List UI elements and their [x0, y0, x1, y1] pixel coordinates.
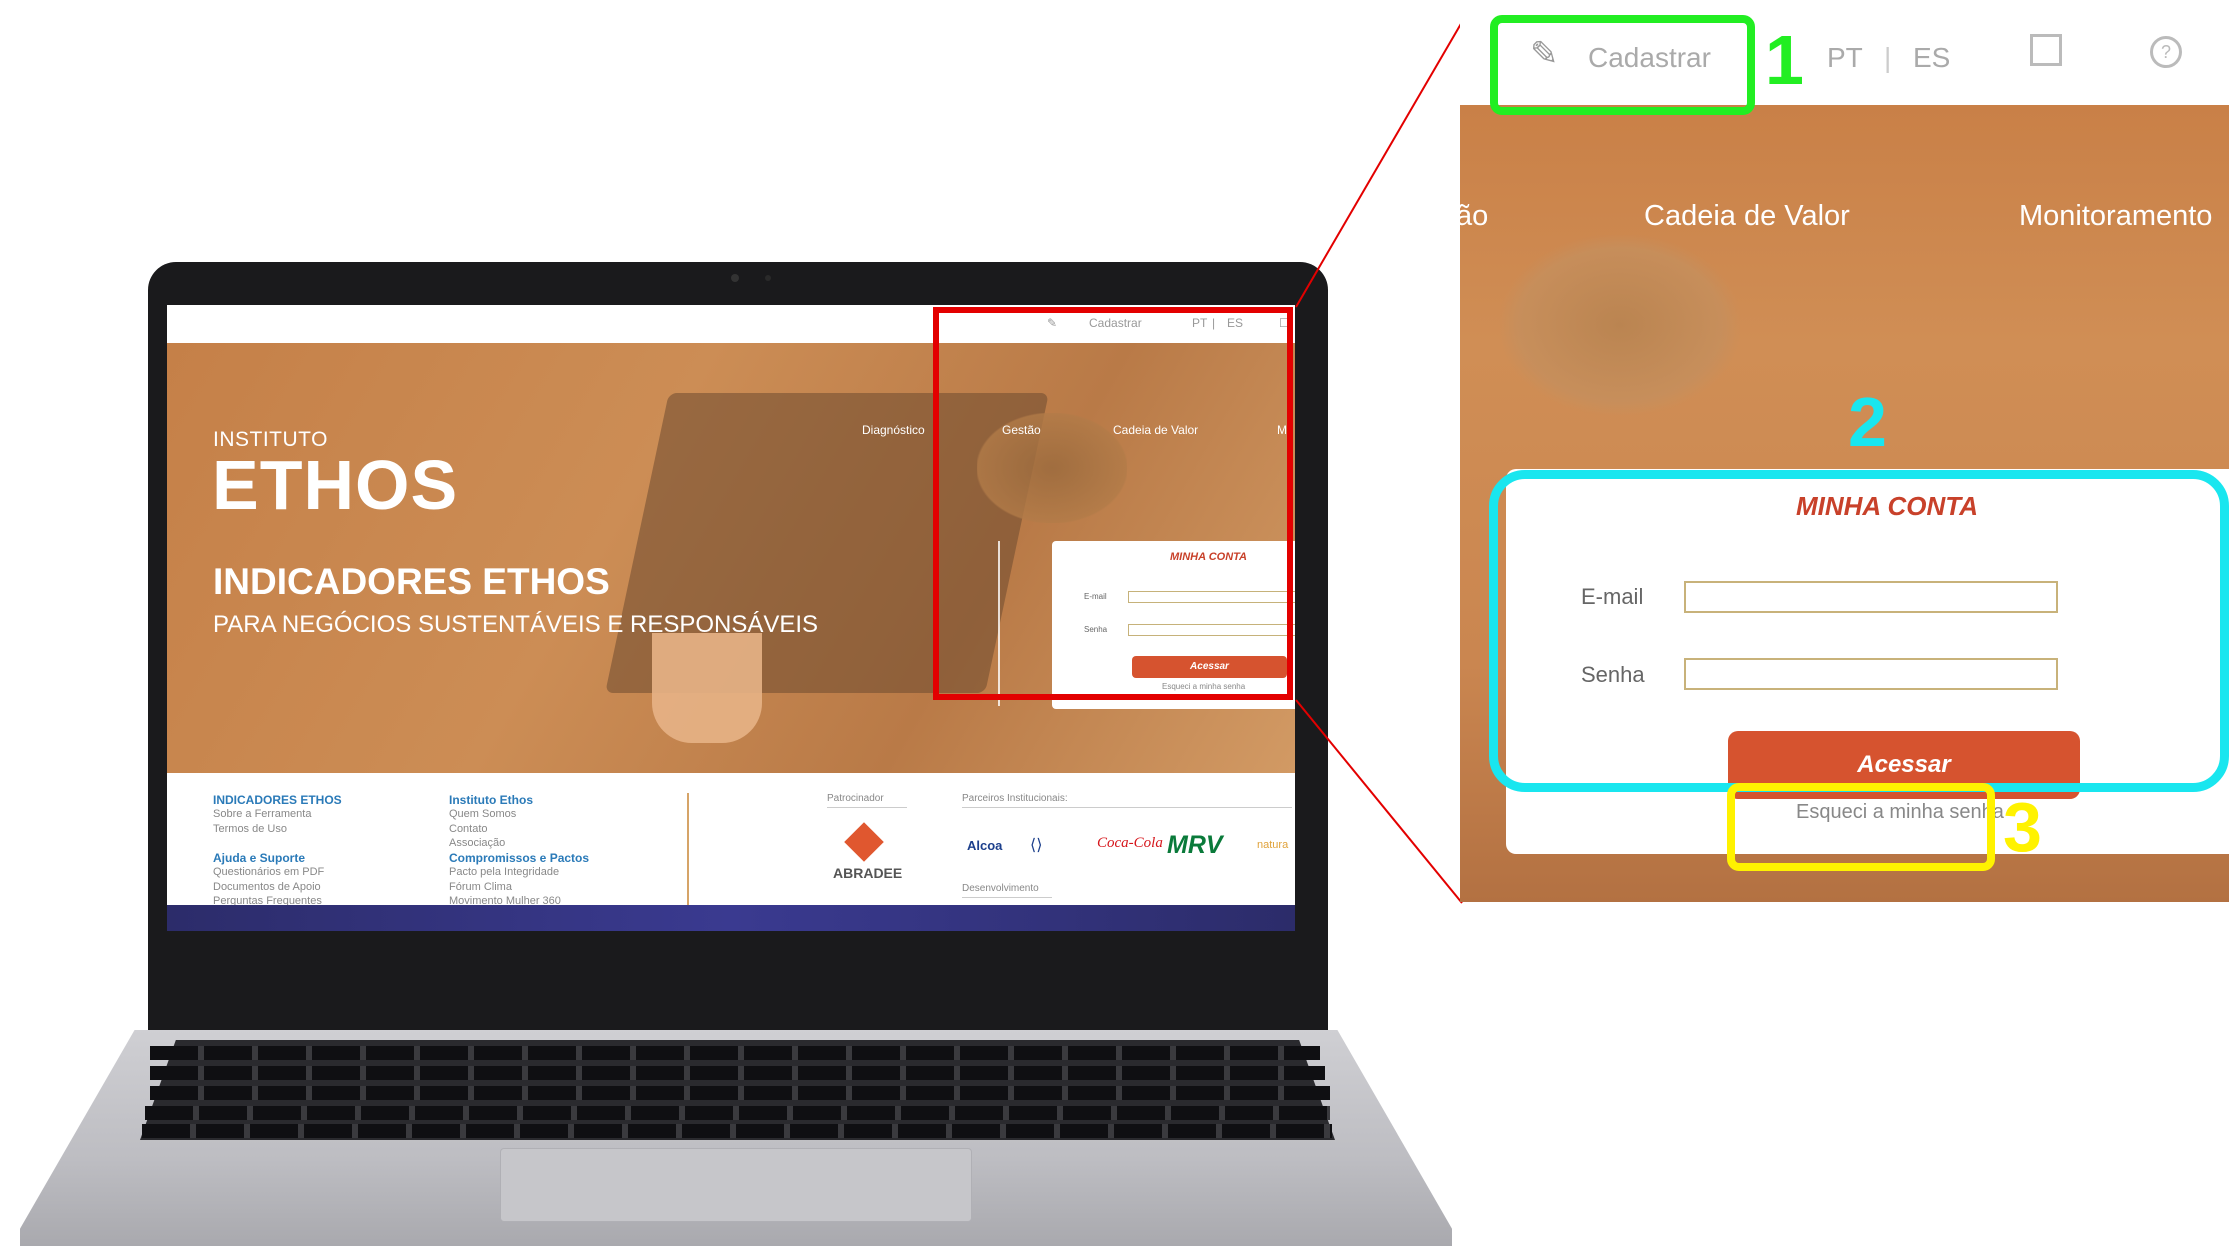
- highlight-box-1: [1490, 15, 1755, 115]
- checkbox-icon[interactable]: [2030, 34, 2062, 66]
- help-icon[interactable]: ?: [2150, 36, 2182, 68]
- lang-pt-link-zoomed[interactable]: PT: [1827, 42, 1863, 74]
- nav-cadeia-de-valor-zoomed[interactable]: Cadeia de Valor: [1644, 200, 1850, 233]
- nav-gestao-partial[interactable]: ão: [1460, 200, 1488, 233]
- marker-1: 1: [1765, 21, 1804, 99]
- marker-2: 2: [1848, 383, 1887, 461]
- highlight-box-2: [1489, 470, 2229, 792]
- nav-monitoramento-zoomed[interactable]: Monitoramento: [2019, 200, 2212, 233]
- highlight-box-3: [1727, 783, 1995, 871]
- lang-es-link-zoomed[interactable]: ES: [1913, 42, 1950, 74]
- background-plant-image: [1500, 235, 1740, 415]
- lang-separator: |: [1884, 42, 1892, 73]
- marker-3: 3: [2003, 788, 2042, 866]
